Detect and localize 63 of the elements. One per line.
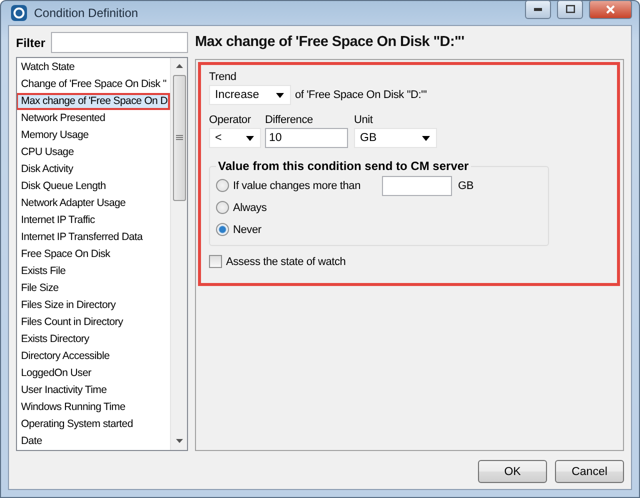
- minimize-icon: [534, 8, 542, 10]
- condition-item[interactable]: Date: [17, 433, 170, 450]
- assess-label: Assess the state of watch: [226, 254, 346, 268]
- maximize-button[interactable]: [557, 0, 583, 18]
- difference-label: Difference: [265, 113, 314, 127]
- radio-label: If value changes more than: [233, 178, 362, 192]
- condition-item[interactable]: Watch State: [17, 59, 170, 76]
- condition-item[interactable]: CPU Usage: [17, 144, 170, 161]
- scroll-down-icon: [176, 439, 182, 443]
- send-group-title: Value from this condition send to CM server: [216, 159, 471, 173]
- unit-dropdown[interactable]: GB: [354, 128, 437, 148]
- close-icon: [606, 4, 615, 14]
- maximize-icon: [566, 5, 574, 13]
- scroll-thumb[interactable]: [172, 75, 186, 201]
- scrollbar[interactable]: [170, 58, 187, 450]
- condition-item[interactable]: LoggedOn User: [17, 365, 170, 382]
- condition-item[interactable]: Memory Usage: [17, 127, 170, 144]
- threshold-unit: GB: [458, 178, 474, 192]
- radio-button[interactable]: [216, 179, 229, 192]
- condition-item[interactable]: Files Count in Directory: [17, 314, 170, 331]
- dialog-button[interactable]: Cancel: [555, 460, 624, 483]
- condition-item[interactable]: Network Adapter Usage: [17, 195, 170, 212]
- condition-item[interactable]: Directory Accessible: [17, 348, 170, 365]
- trend-label: Trend: [209, 70, 238, 84]
- condition-item[interactable]: Files Size in Directory: [17, 297, 170, 314]
- assess-checkbox[interactable]: [209, 255, 222, 268]
- radio-button[interactable]: [216, 223, 229, 236]
- condition-item[interactable]: Exists File: [17, 263, 170, 280]
- caret-icon: [246, 136, 254, 140]
- condition-item[interactable]: Max change of 'Free Space On D: [17, 93, 170, 110]
- condition-item[interactable]: Disk Queue Length: [17, 178, 170, 195]
- app-icon: [10, 4, 28, 22]
- filter-label: Filter: [16, 36, 46, 50]
- trend-dropdown[interactable]: Increase: [209, 85, 291, 105]
- trend-suffix: of 'Free Space On Disk "D:"': [295, 88, 427, 102]
- operator-dropdown[interactable]: <: [209, 128, 261, 148]
- condition-item[interactable]: User Inactivity Time: [17, 382, 170, 399]
- caret-icon: [422, 136, 430, 140]
- condition-item[interactable]: Network Presented: [17, 110, 170, 127]
- unit-label: Unit: [354, 113, 374, 127]
- radio-label: Never: [233, 222, 262, 236]
- difference-field[interactable]: 10: [265, 128, 348, 148]
- scroll-up-icon: [176, 64, 182, 68]
- dialog-button[interactable]: OK: [478, 460, 547, 483]
- condition-item[interactable]: Disk Activity: [17, 161, 170, 178]
- operator-label: Operator: [209, 113, 252, 127]
- condition-item[interactable]: Windows Running Time: [17, 399, 170, 416]
- condition-item[interactable]: Exists Directory: [17, 331, 170, 348]
- filter-field[interactable]: [51, 32, 188, 53]
- caret-icon: [276, 92, 284, 98]
- condition-item[interactable]: Internet IP Traffic: [17, 212, 170, 229]
- window-title: Condition Definition: [34, 6, 140, 20]
- radio-label: Always: [233, 200, 267, 214]
- minimize-button[interactable]: [525, 0, 551, 18]
- condition-heading: Max change of 'Free Space On Disk "D:"': [195, 33, 466, 52]
- close-button[interactable]: [589, 0, 632, 18]
- threshold-field[interactable]: [382, 176, 452, 196]
- radio-button[interactable]: [216, 201, 229, 214]
- condition-item[interactable]: Operating System started: [17, 416, 170, 433]
- condition-item[interactable]: Internet IP Transferred Data: [17, 229, 170, 246]
- condition-item[interactable]: Free Space On Disk: [17, 246, 170, 263]
- condition-item[interactable]: Change of 'Free Space On Disk ": [17, 76, 170, 93]
- condition-item[interactable]: File Size: [17, 280, 170, 297]
